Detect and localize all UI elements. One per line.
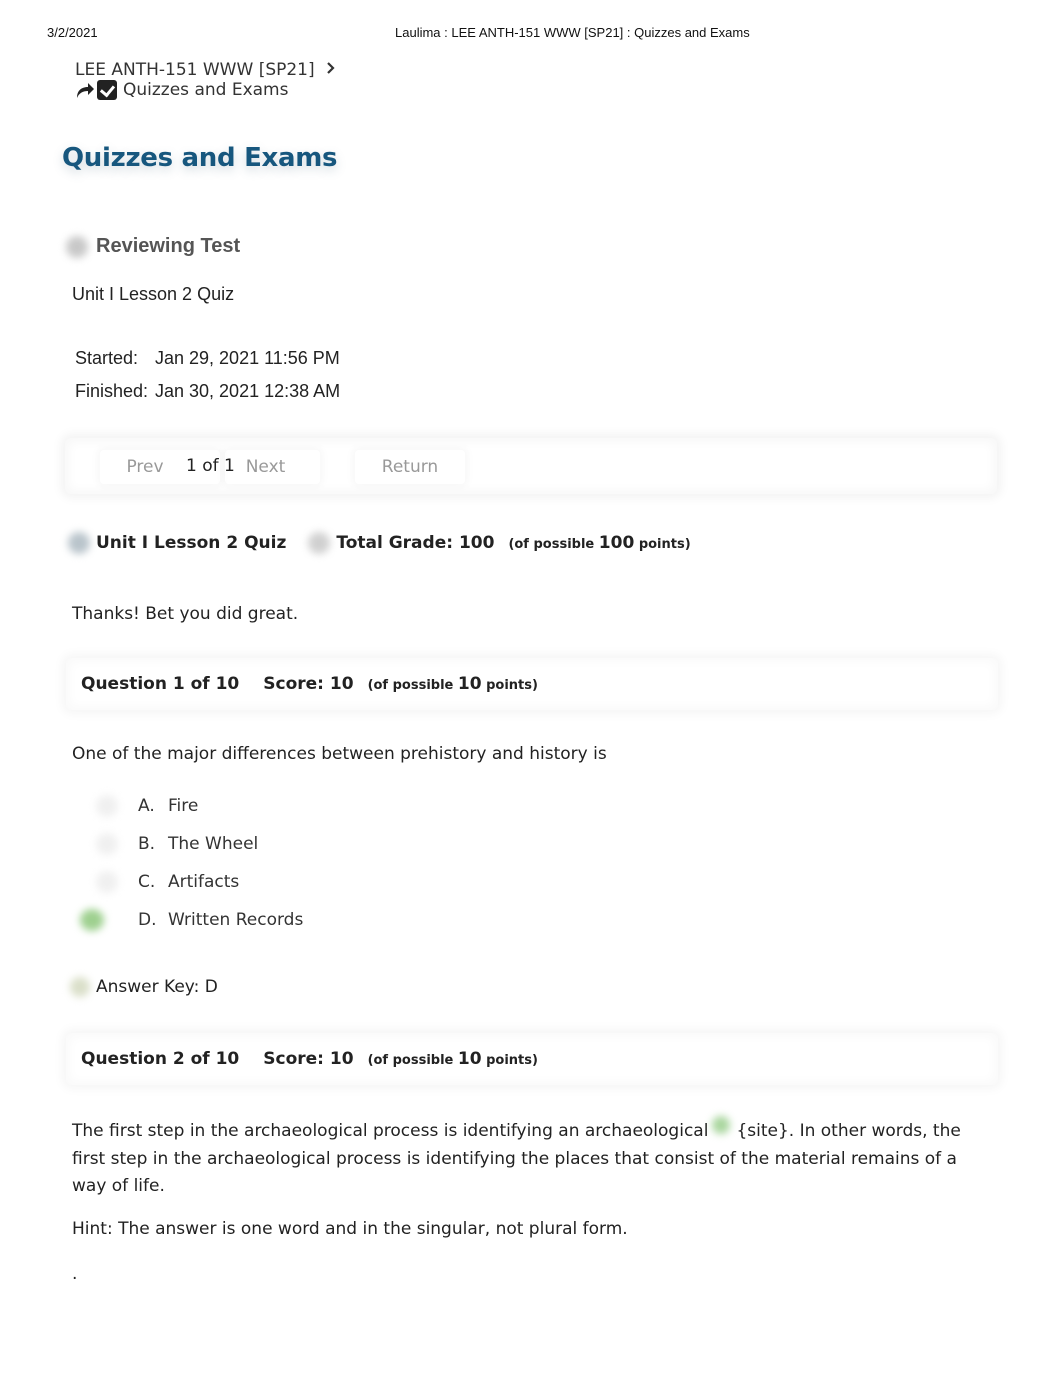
print-title: Laulima : LEE ANTH-151 WWW [SP21] : Quiz… xyxy=(395,25,750,40)
option-text: Written Records xyxy=(168,910,304,930)
question-score: Score: 10 xyxy=(263,1049,354,1069)
option-letter: C. xyxy=(138,872,156,892)
grade-icon xyxy=(308,532,331,554)
question-2-header: Question 2 of 10 Score: 10 (of possible … xyxy=(66,1033,998,1085)
possible-prefix: (of possible xyxy=(508,537,595,552)
finished-row: Finished: Jan 30, 2021 12:38 AM xyxy=(75,375,340,408)
checkbox-icon xyxy=(97,80,117,100)
possible-suffix: points) xyxy=(486,678,538,693)
question-possible: (of possible 10 points) xyxy=(368,674,538,694)
possible-points: (of possible 100 points) xyxy=(508,533,690,553)
possible-suffix: points) xyxy=(638,537,691,552)
option-a: A. Fire xyxy=(72,787,303,825)
quiz-icon xyxy=(68,532,90,554)
option-text: The Wheel xyxy=(168,834,259,854)
grade-summary: Unit I Lesson 2 Quiz Total Grade: 100 (o… xyxy=(68,532,691,554)
radio-icon xyxy=(96,795,118,817)
question-possible: (of possible 10 points) xyxy=(368,1049,538,1069)
answer-key: Answer Key: D xyxy=(70,977,218,997)
share-arrow-icon xyxy=(75,81,95,99)
prev-label: Prev xyxy=(126,457,164,477)
return-button[interactable]: Return xyxy=(355,450,465,484)
option-letter: B. xyxy=(138,834,156,854)
next-button[interactable]: Next xyxy=(225,450,320,484)
started-label: Started: xyxy=(75,348,139,368)
option-d: D. Written Records xyxy=(72,901,303,939)
question-number: Question 2 of 10 xyxy=(81,1049,240,1069)
option-text: Artifacts xyxy=(168,872,240,892)
breadcrumb-course-link[interactable]: LEE ANTH-151 WWW [SP21] xyxy=(75,60,315,80)
breadcrumb-current: Quizzes and Exams xyxy=(75,80,288,100)
question-1-options: A. Fire B. The Wheel C. Artifacts D. Wri… xyxy=(72,787,303,939)
question-score: Score: 10 xyxy=(263,674,354,694)
print-date: 3/2/2021 xyxy=(47,25,98,40)
attempt-times: Started: Jan 29, 2021 11:56 PM Finished:… xyxy=(75,342,340,408)
started-row: Started: Jan 29, 2021 11:56 PM xyxy=(75,342,340,375)
possible-prefix: (of possible xyxy=(367,678,454,693)
correct-check-icon xyxy=(712,1116,731,1134)
breadcrumb-current-label: Quizzes and Exams xyxy=(123,80,289,100)
finished-value: Jan 30, 2021 12:38 AM xyxy=(155,381,341,401)
answer-key-text: Answer Key: D xyxy=(96,977,218,997)
feedback-message: Thanks! Bet you did great. xyxy=(72,604,299,624)
next-label: Next xyxy=(245,457,286,477)
return-label: Return xyxy=(381,457,439,477)
chevron-right-icon xyxy=(325,58,337,83)
reviewing-header: Reviewing Test xyxy=(66,235,240,258)
question-1-header: Question 1 of 10 Score: 10 (of possible … xyxy=(66,658,998,710)
question-2-text: The first step in the archaeological pro… xyxy=(72,1116,992,1201)
question-number: Question 1 of 10 xyxy=(81,674,240,694)
question-2-hint: Hint: The answer is one word and in the … xyxy=(72,1219,628,1239)
option-letter: D. xyxy=(138,910,157,930)
radio-icon xyxy=(96,871,118,893)
trailing-text: . xyxy=(72,1264,78,1284)
total-grade: Total Grade: 100 xyxy=(336,533,495,553)
correct-check-icon xyxy=(80,909,104,931)
possible-suffix: points) xyxy=(486,1053,538,1068)
grade-quiz-title: Unit I Lesson 2 Quiz xyxy=(96,533,287,553)
option-c: C. Artifacts xyxy=(72,863,303,901)
page-title: Quizzes and Exams xyxy=(62,143,338,173)
quiz-name: Unit I Lesson 2 Quiz xyxy=(72,284,235,304)
navigation-bar: Prev 1 of 1 Next Return xyxy=(65,438,997,494)
question-1-text: One of the major differences between pre… xyxy=(72,744,607,764)
possible-prefix: (of possible xyxy=(367,1053,454,1068)
option-letter: A. xyxy=(138,796,155,816)
possible-value: 10 xyxy=(457,674,482,694)
review-icon xyxy=(66,235,88,258)
started-value: Jan 29, 2021 11:56 PM xyxy=(155,348,340,368)
option-text: Fire xyxy=(168,796,199,816)
question-text-before: The first step in the archaeological pro… xyxy=(72,1121,709,1141)
page: 3/2/2021 Laulima : LEE ANTH-151 WWW [SP2… xyxy=(0,0,1062,1377)
finished-label: Finished: xyxy=(75,381,149,401)
radio-icon xyxy=(96,833,118,855)
possible-value: 100 xyxy=(598,533,635,553)
reviewing-heading: Reviewing Test xyxy=(96,235,241,257)
key-icon xyxy=(70,977,90,997)
possible-value: 10 xyxy=(457,1049,482,1069)
option-b: B. The Wheel xyxy=(72,825,303,863)
